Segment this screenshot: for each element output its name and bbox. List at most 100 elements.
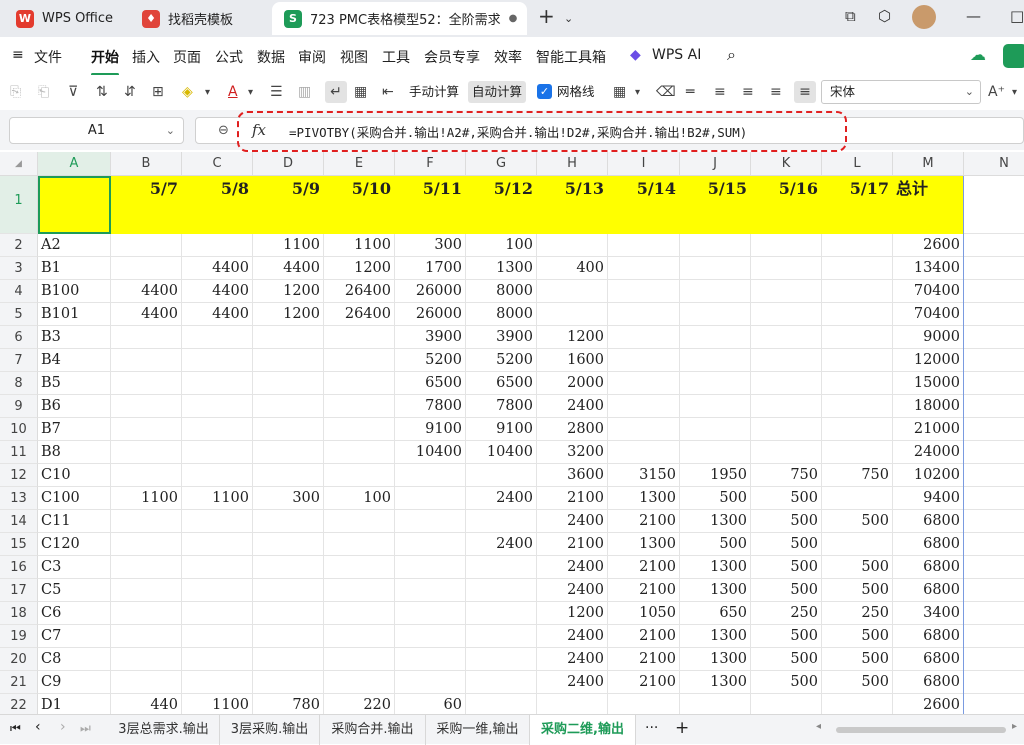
menu-tools[interactable]: 工具 — [382, 47, 410, 67]
sort-asc-icon[interactable]: ⇅ — [96, 81, 108, 103]
row-header[interactable]: 4 — [0, 280, 38, 303]
sheet-tab-purchase-1d[interactable]: 采购一维,输出 — [426, 715, 530, 745]
row-label-cell[interactable]: B101 — [38, 303, 111, 326]
value-cell[interactable] — [111, 257, 182, 280]
tab-spreadsheet[interactable]: S 723 PMC表格模型52：全阶需求 ● — [272, 2, 527, 35]
value-cell[interactable]: 250 — [822, 602, 893, 625]
row-label-cell[interactable]: B3 — [38, 326, 111, 349]
value-cell[interactable] — [253, 533, 324, 556]
value-cell[interactable]: 1600 — [537, 349, 608, 372]
row-header[interactable]: 18 — [0, 602, 38, 625]
merge-icon[interactable]: ▥ — [298, 81, 311, 103]
value-cell[interactable] — [182, 418, 253, 441]
value-cell[interactable]: 1300 — [680, 671, 751, 694]
value-cell[interactable]: 500 — [822, 648, 893, 671]
value-cell[interactable] — [111, 349, 182, 372]
total-cell[interactable]: 9000 — [893, 326, 964, 349]
search-icon[interactable]: ⌕ — [727, 45, 736, 65]
font-color-icon[interactable]: A — [228, 81, 238, 103]
value-cell[interactable] — [751, 418, 822, 441]
total-cell[interactable]: 2600 — [893, 234, 964, 257]
value-cell[interactable] — [822, 372, 893, 395]
justify-icon[interactable]: ≡ — [794, 81, 816, 103]
total-cell[interactable]: 6800 — [893, 556, 964, 579]
value-cell[interactable]: 2100 — [608, 579, 680, 602]
clear-format-icon[interactable]: ⌫ — [656, 81, 676, 103]
value-cell[interactable] — [111, 671, 182, 694]
value-cell[interactable]: 4400 — [182, 257, 253, 280]
value-cell[interactable]: 7800 — [466, 395, 537, 418]
header-cell[interactable]: 5/15 — [680, 176, 751, 234]
value-cell[interactable] — [608, 349, 680, 372]
value-cell[interactable]: 750 — [751, 464, 822, 487]
value-cell[interactable] — [608, 395, 680, 418]
value-cell[interactable]: 8000 — [466, 280, 537, 303]
value-cell[interactable] — [182, 648, 253, 671]
menu-insert[interactable]: 插入 — [132, 47, 160, 67]
sheet-tab-purchase-merge[interactable]: 采购合并.输出 — [320, 715, 426, 745]
value-cell[interactable] — [395, 533, 466, 556]
row-header[interactable]: 21 — [0, 671, 38, 694]
header-cell[interactable]: 总计 — [893, 176, 964, 234]
value-cell[interactable]: 500 — [822, 556, 893, 579]
value-cell[interactable] — [395, 556, 466, 579]
value-cell[interactable] — [324, 556, 395, 579]
value-cell[interactable] — [395, 602, 466, 625]
header-cell[interactable]: 5/10 — [324, 176, 395, 234]
format-painter-icon[interactable]: ⎘ — [10, 81, 21, 103]
header-cell[interactable]: 5/9 — [253, 176, 324, 234]
row-label-cell[interactable]: B6 — [38, 395, 111, 418]
value-cell[interactable] — [324, 441, 395, 464]
unsaved-dot-icon[interactable]: ● — [509, 13, 518, 24]
value-cell[interactable] — [111, 533, 182, 556]
value-cell[interactable] — [182, 441, 253, 464]
empty-cell[interactable] — [964, 303, 1024, 326]
row-header[interactable]: 19 — [0, 625, 38, 648]
value-cell[interactable]: 100 — [466, 234, 537, 257]
font-size-chevron-icon[interactable]: ▾ — [1012, 81, 1017, 103]
value-cell[interactable]: 6500 — [395, 372, 466, 395]
value-cell[interactable] — [253, 349, 324, 372]
value-cell[interactable]: 500 — [822, 625, 893, 648]
horizontal-scrollbar[interactable] — [836, 727, 1006, 733]
align-right-icon[interactable]: ≡ — [770, 81, 782, 103]
value-cell[interactable] — [324, 579, 395, 602]
value-cell[interactable] — [680, 418, 751, 441]
total-cell[interactable]: 24000 — [893, 441, 964, 464]
value-cell[interactable] — [680, 280, 751, 303]
value-cell[interactable]: 10400 — [466, 441, 537, 464]
minimize-icon[interactable]: — — [966, 7, 981, 25]
header-cell[interactable]: 5/13 — [537, 176, 608, 234]
value-cell[interactable]: 500 — [751, 556, 822, 579]
value-cell[interactable]: 500 — [751, 510, 822, 533]
value-cell[interactable]: 2400 — [466, 487, 537, 510]
row-label-cell[interactable]: C100 — [38, 487, 111, 510]
value-cell[interactable] — [111, 441, 182, 464]
header-cell[interactable]: 5/12 — [466, 176, 537, 234]
more-sheets-button[interactable]: ··· — [645, 720, 658, 736]
empty-cell[interactable] — [964, 510, 1024, 533]
value-cell[interactable] — [466, 510, 537, 533]
row-header[interactable]: 14 — [0, 510, 38, 533]
column-header-B[interactable]: B — [111, 152, 182, 176]
value-cell[interactable] — [182, 602, 253, 625]
row-header[interactable]: 8 — [0, 372, 38, 395]
value-cell[interactable] — [537, 280, 608, 303]
empty-cell[interactable] — [964, 487, 1024, 510]
value-cell[interactable]: 500 — [751, 625, 822, 648]
value-cell[interactable] — [822, 303, 893, 326]
row-header[interactable]: 7 — [0, 349, 38, 372]
value-cell[interactable] — [253, 418, 324, 441]
header-cell[interactable]: 5/17 — [822, 176, 893, 234]
value-cell[interactable]: 26000 — [395, 280, 466, 303]
value-cell[interactable] — [253, 602, 324, 625]
value-cell[interactable] — [822, 234, 893, 257]
total-cell[interactable]: 13400 — [893, 257, 964, 280]
value-cell[interactable]: 1200 — [324, 257, 395, 280]
value-cell[interactable]: 2400 — [537, 395, 608, 418]
value-cell[interactable]: 500 — [822, 671, 893, 694]
wrap-text-icon[interactable]: ↵ — [325, 81, 347, 103]
border-icon[interactable]: ⊞ — [152, 81, 164, 103]
value-cell[interactable] — [822, 487, 893, 510]
value-cell[interactable]: 4400 — [111, 280, 182, 303]
